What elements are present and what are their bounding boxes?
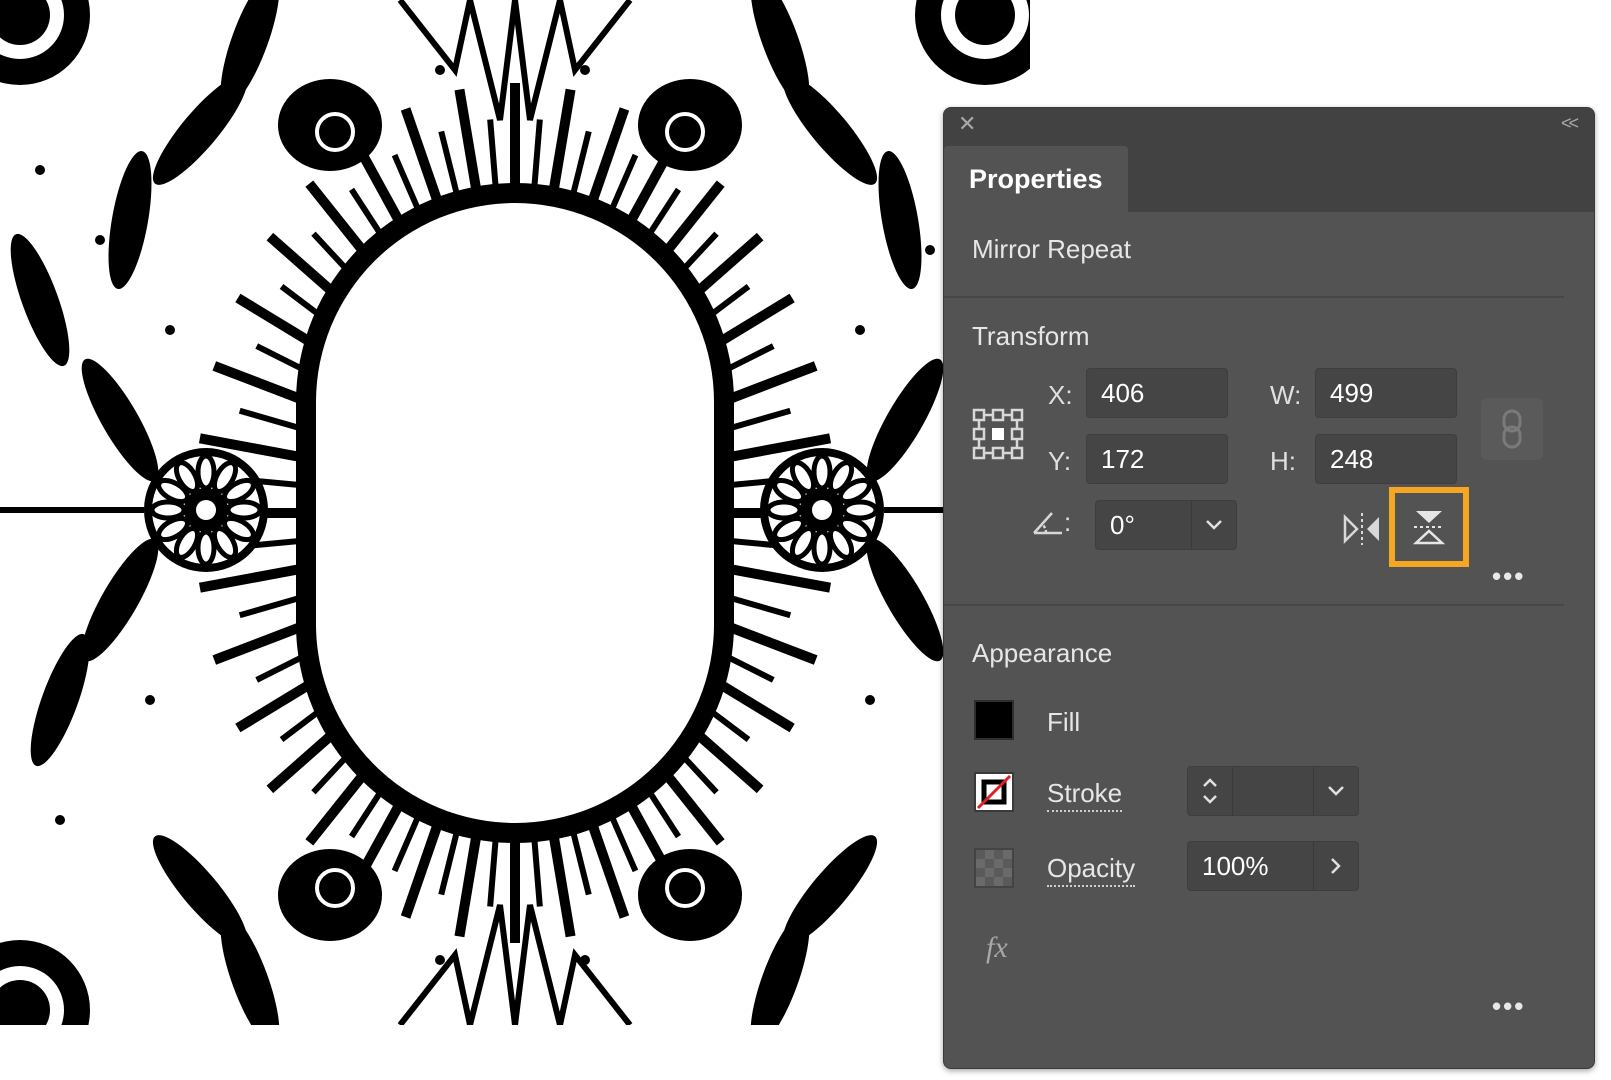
opacity-field[interactable]: 100% (1187, 841, 1359, 891)
chevron-down-icon (1328, 786, 1344, 796)
constrain-link-button[interactable] (1481, 398, 1543, 460)
chevron-right-icon (1331, 858, 1341, 874)
x-field[interactable]: 406 (1086, 368, 1228, 418)
stroke-dropdown-button[interactable] (1313, 767, 1358, 815)
h-label: H: (1270, 446, 1296, 476)
stroke-label[interactable]: Stroke (1047, 778, 1123, 812)
divider (944, 296, 1564, 298)
flip-vertical-button[interactable] (1389, 487, 1469, 567)
transform-more-options-icon[interactable]: ••• (1492, 561, 1525, 592)
w-value: 499 (1330, 377, 1374, 408)
angle-dropdown-button[interactable] (1191, 501, 1236, 549)
y-field[interactable]: 172 (1086, 434, 1228, 484)
angle-label: : (1064, 507, 1072, 537)
x-value: 406 (1101, 377, 1145, 408)
fill-swatch[interactable] (974, 700, 1014, 740)
panel-titlebar[interactable]: ✕ << (944, 108, 1594, 142)
y-label: Y: (1048, 446, 1072, 476)
context-title: Mirror Repeat (972, 234, 1131, 264)
no-stroke-icon (976, 774, 1012, 810)
flip-horizontal-icon[interactable] (1342, 511, 1382, 547)
reference-point-icon[interactable] (972, 408, 1024, 460)
checkerboard-icon (976, 850, 1012, 886)
tab-strip: Properties (944, 142, 1594, 212)
appearance-title: Appearance (972, 638, 1113, 668)
opacity-expand-button[interactable] (1313, 842, 1358, 890)
flip-vertical-icon (1412, 511, 1446, 545)
x-label: X: (1048, 380, 1073, 410)
properties-panel: ✕ << Properties Mirror Repeat Transform … (943, 107, 1595, 1069)
mirror-repeat-artwork (0, 0, 1030, 1025)
stroke-swatch[interactable] (974, 772, 1014, 812)
artwork-canvas[interactable] (0, 0, 1030, 1025)
angle-icon (1033, 512, 1062, 535)
tab-properties[interactable]: Properties (944, 146, 1128, 212)
w-field[interactable]: 499 (1315, 368, 1457, 418)
h-field[interactable]: 248 (1315, 434, 1457, 484)
opacity-swatch (974, 848, 1014, 888)
w-label: W: (1270, 380, 1302, 410)
close-icon[interactable]: ✕ (958, 113, 976, 135)
stepper-arrows-icon (1203, 778, 1217, 804)
opacity-label[interactable]: Opacity (1047, 853, 1136, 887)
collapse-panel-icon[interactable]: << (1561, 113, 1579, 134)
fx-icon[interactable]: fx (986, 931, 1008, 965)
divider (944, 604, 1564, 606)
fill-label: Fill (1047, 707, 1081, 737)
stroke-stepper[interactable] (1188, 767, 1233, 815)
angle-field[interactable]: 0° (1095, 500, 1237, 550)
stroke-weight-field[interactable] (1187, 766, 1359, 816)
h-value: 248 (1330, 443, 1374, 474)
transform-title: Transform (972, 321, 1090, 351)
appearance-more-options-icon[interactable]: ••• (1492, 991, 1525, 1022)
constrain-link-icon (1502, 409, 1522, 449)
chevron-down-icon (1206, 520, 1222, 530)
y-value: 172 (1101, 443, 1145, 474)
